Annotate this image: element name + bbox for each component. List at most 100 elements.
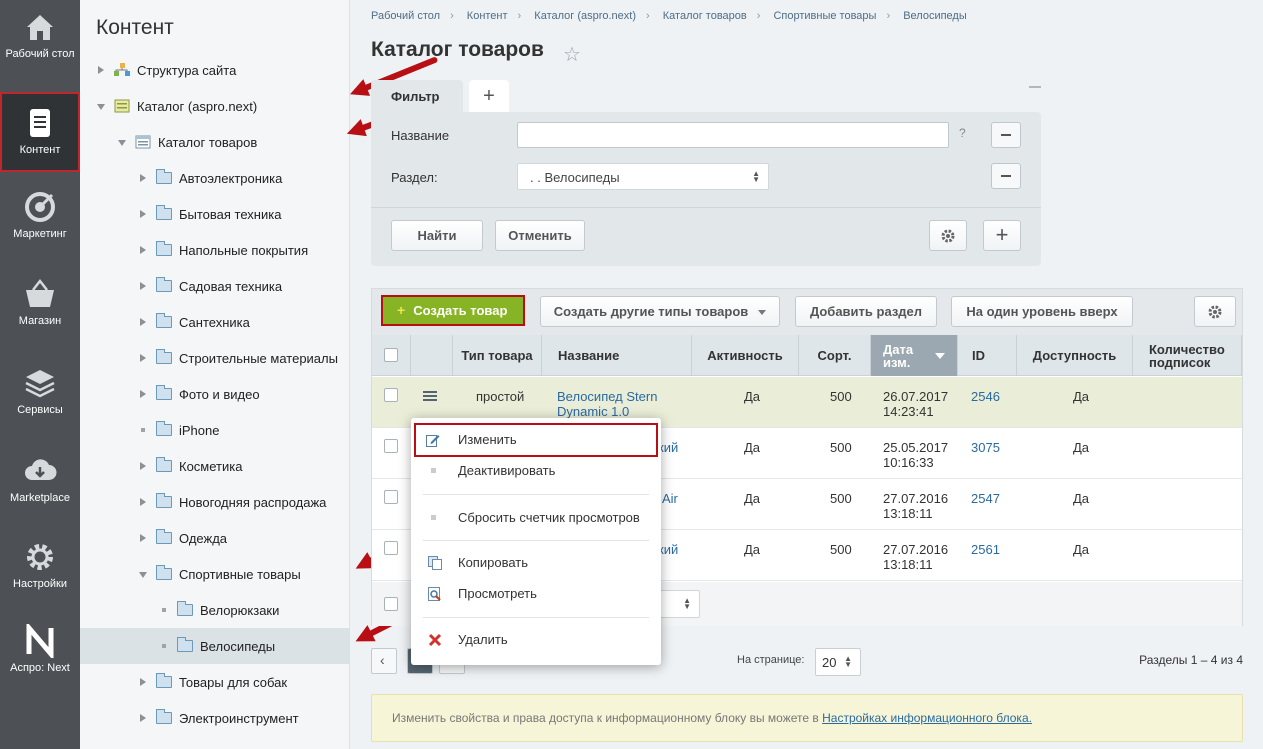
menu-item-view[interactable]: Просмотреть	[411, 582, 661, 606]
col-header-subscriptions[interactable]: Количество подписок	[1133, 335, 1242, 376]
menu-item-delete[interactable]: Удалить	[411, 628, 661, 652]
menu-item-edit[interactable]: Изменить	[414, 423, 658, 457]
expand-arrow-icon[interactable]	[138, 461, 148, 471]
tree-item-section[interactable]: Электроинструмент	[80, 700, 349, 736]
cell-name-link[interactable]: Велосипед Stern Dynamic 1.0	[557, 389, 687, 419]
cell-name-link[interactable]: кий	[658, 440, 678, 455]
expand-arrow-icon[interactable]	[138, 245, 148, 255]
tree-item-section[interactable]: Садовая техника	[80, 268, 349, 304]
help-icon[interactable]: ?	[959, 126, 966, 140]
menu-aspro-next[interactable]: Аспро: Next	[0, 614, 80, 694]
per-page-select[interactable]: 20 ▲ ▼	[815, 648, 861, 676]
tree-item-section[interactable]: Фото и видео	[80, 376, 349, 412]
tree-item-section[interactable]: Новогодняя распродажа	[80, 484, 349, 520]
col-header-date[interactable]: Дата изм.	[871, 335, 958, 376]
row-checkbox[interactable]	[384, 388, 398, 402]
menu-marketing[interactable]: Маркетинг	[0, 180, 80, 260]
find-button[interactable]: Найти	[391, 220, 483, 251]
add-filter-field-button[interactable]: +	[983, 220, 1021, 251]
name-input[interactable]	[517, 122, 949, 148]
col-header-sort[interactable]: Сорт.	[799, 335, 871, 376]
cell-id-link[interactable]: 2561	[971, 542, 1000, 557]
expand-arrow-icon[interactable]	[138, 353, 148, 363]
prev-page-button[interactable]: ‹	[371, 648, 397, 674]
create-product-button[interactable]: + Создать товар	[381, 295, 525, 326]
cell-name-link[interactable]: Air	[662, 491, 678, 506]
menu-services[interactable]: Сервисы	[0, 356, 80, 436]
collapse-arrow-icon[interactable]	[117, 137, 127, 147]
menu-item-copy[interactable]: Копировать	[411, 551, 661, 575]
col-header-active[interactable]: Активность	[692, 335, 799, 376]
tree-item-section[interactable]: Сантехника	[80, 304, 349, 340]
cell-id-link[interactable]: 2547	[971, 491, 1000, 506]
expand-arrow-icon[interactable]	[138, 281, 148, 291]
tree-item-section[interactable]: Строительные материалы	[80, 340, 349, 376]
row-checkbox[interactable]	[384, 439, 398, 453]
row-checkbox[interactable]	[384, 541, 398, 555]
select-all-checkbox[interactable]	[384, 348, 398, 362]
create-other-types-button[interactable]: Создать другие типы товаров	[540, 296, 780, 327]
cell-name-link[interactable]: кий	[658, 542, 678, 557]
expand-arrow-icon[interactable]	[138, 173, 148, 183]
tree-item-section[interactable]: iPhone	[80, 412, 349, 448]
footer-checkbox[interactable]	[384, 597, 398, 611]
cell-id-link[interactable]: 3075	[971, 440, 1000, 455]
collapse-arrow-icon[interactable]	[96, 101, 106, 111]
expand-arrow-icon[interactable]	[138, 317, 148, 327]
cancel-button[interactable]: Отменить	[495, 220, 585, 251]
tree-item-product-catalog[interactable]: Каталог товаров	[80, 124, 349, 160]
iblock-settings-link[interactable]: Настройках информационного блока.	[822, 711, 1032, 725]
tree-item-section[interactable]: Напольные покрытия	[80, 232, 349, 268]
expand-arrow-icon[interactable]	[138, 533, 148, 543]
menu-marketplace[interactable]: Marketplace	[0, 444, 80, 524]
tree-item-section[interactable]: Автоэлектроника	[80, 160, 349, 196]
col-header-availability[interactable]: Доступность	[1017, 335, 1133, 376]
minimize-filter-icon[interactable]	[1029, 86, 1041, 88]
tree-item-section[interactable]: Косметика	[80, 448, 349, 484]
tree-item-bicycles[interactable]: Велосипеды	[80, 628, 349, 664]
tree-item-site-structure[interactable]: Структура сайта	[80, 52, 349, 88]
tree-item-catalog-aspro[interactable]: Каталог (aspro.next)	[80, 88, 349, 124]
tree-item-section[interactable]: Товары для собак	[80, 664, 349, 700]
level-up-button[interactable]: На один уровень вверх	[951, 296, 1133, 327]
tree-item-section[interactable]: Одежда	[80, 520, 349, 556]
expand-arrow-icon[interactable]	[96, 65, 106, 75]
expand-arrow-icon[interactable]	[138, 677, 148, 687]
section-select[interactable]: . . Велосипеды ▲ ▼	[517, 163, 769, 190]
menu-content[interactable]: Контент	[0, 92, 80, 172]
remove-section-field-button[interactable]	[991, 163, 1021, 189]
filter-tab[interactable]: Фильтр	[371, 80, 463, 112]
add-filter-tab-button[interactable]: +	[469, 80, 509, 112]
breadcrumb-item[interactable]: Контент	[467, 10, 508, 22]
menu-item-reset-counter[interactable]: Сбросить счетчик просмотров	[411, 506, 661, 530]
expand-arrow-icon[interactable]	[138, 209, 148, 219]
tree-item-section[interactable]: Велорюкзаки	[80, 592, 349, 628]
remove-name-field-button[interactable]	[991, 122, 1021, 148]
breadcrumb-item[interactable]: Каталог товаров	[663, 10, 747, 22]
breadcrumb-item[interactable]: Велосипеды	[903, 10, 967, 22]
col-header-name[interactable]: Название	[542, 335, 692, 376]
menu-item-deactivate[interactable]: Деактивировать	[411, 459, 661, 483]
breadcrumb-item[interactable]: Рабочий стол	[371, 10, 440, 22]
col-header-id[interactable]: ID	[958, 335, 1017, 376]
expand-arrow-icon[interactable]	[138, 497, 148, 507]
row-checkbox[interactable]	[384, 490, 398, 504]
per-page-label: На странице:	[737, 654, 805, 666]
grid-settings-button[interactable]	[1194, 296, 1236, 327]
favorite-star-icon[interactable]: ☆	[563, 42, 581, 67]
row-actions-menu-icon[interactable]	[423, 391, 437, 402]
tree-item-section[interactable]: Бытовая техника	[80, 196, 349, 232]
expand-arrow-icon[interactable]	[138, 713, 148, 723]
menu-settings[interactable]: Настройки	[0, 530, 80, 610]
add-section-button[interactable]: Добавить раздел	[795, 296, 937, 327]
breadcrumb-item[interactable]: Каталог (aspro.next)	[534, 10, 636, 22]
cell-id-link[interactable]: 2546	[971, 389, 1000, 404]
expand-arrow-icon[interactable]	[138, 389, 148, 399]
tree-item-sport[interactable]: Спортивные товары	[80, 556, 349, 592]
breadcrumb-item[interactable]: Спортивные товары	[773, 10, 876, 22]
col-header-type[interactable]: Тип товара	[453, 335, 542, 376]
menu-shop[interactable]: Магазин	[0, 267, 80, 347]
menu-desktop[interactable]: Рабочий стол	[0, 0, 80, 80]
filter-settings-button[interactable]	[929, 220, 967, 251]
collapse-arrow-icon[interactable]	[138, 569, 148, 579]
